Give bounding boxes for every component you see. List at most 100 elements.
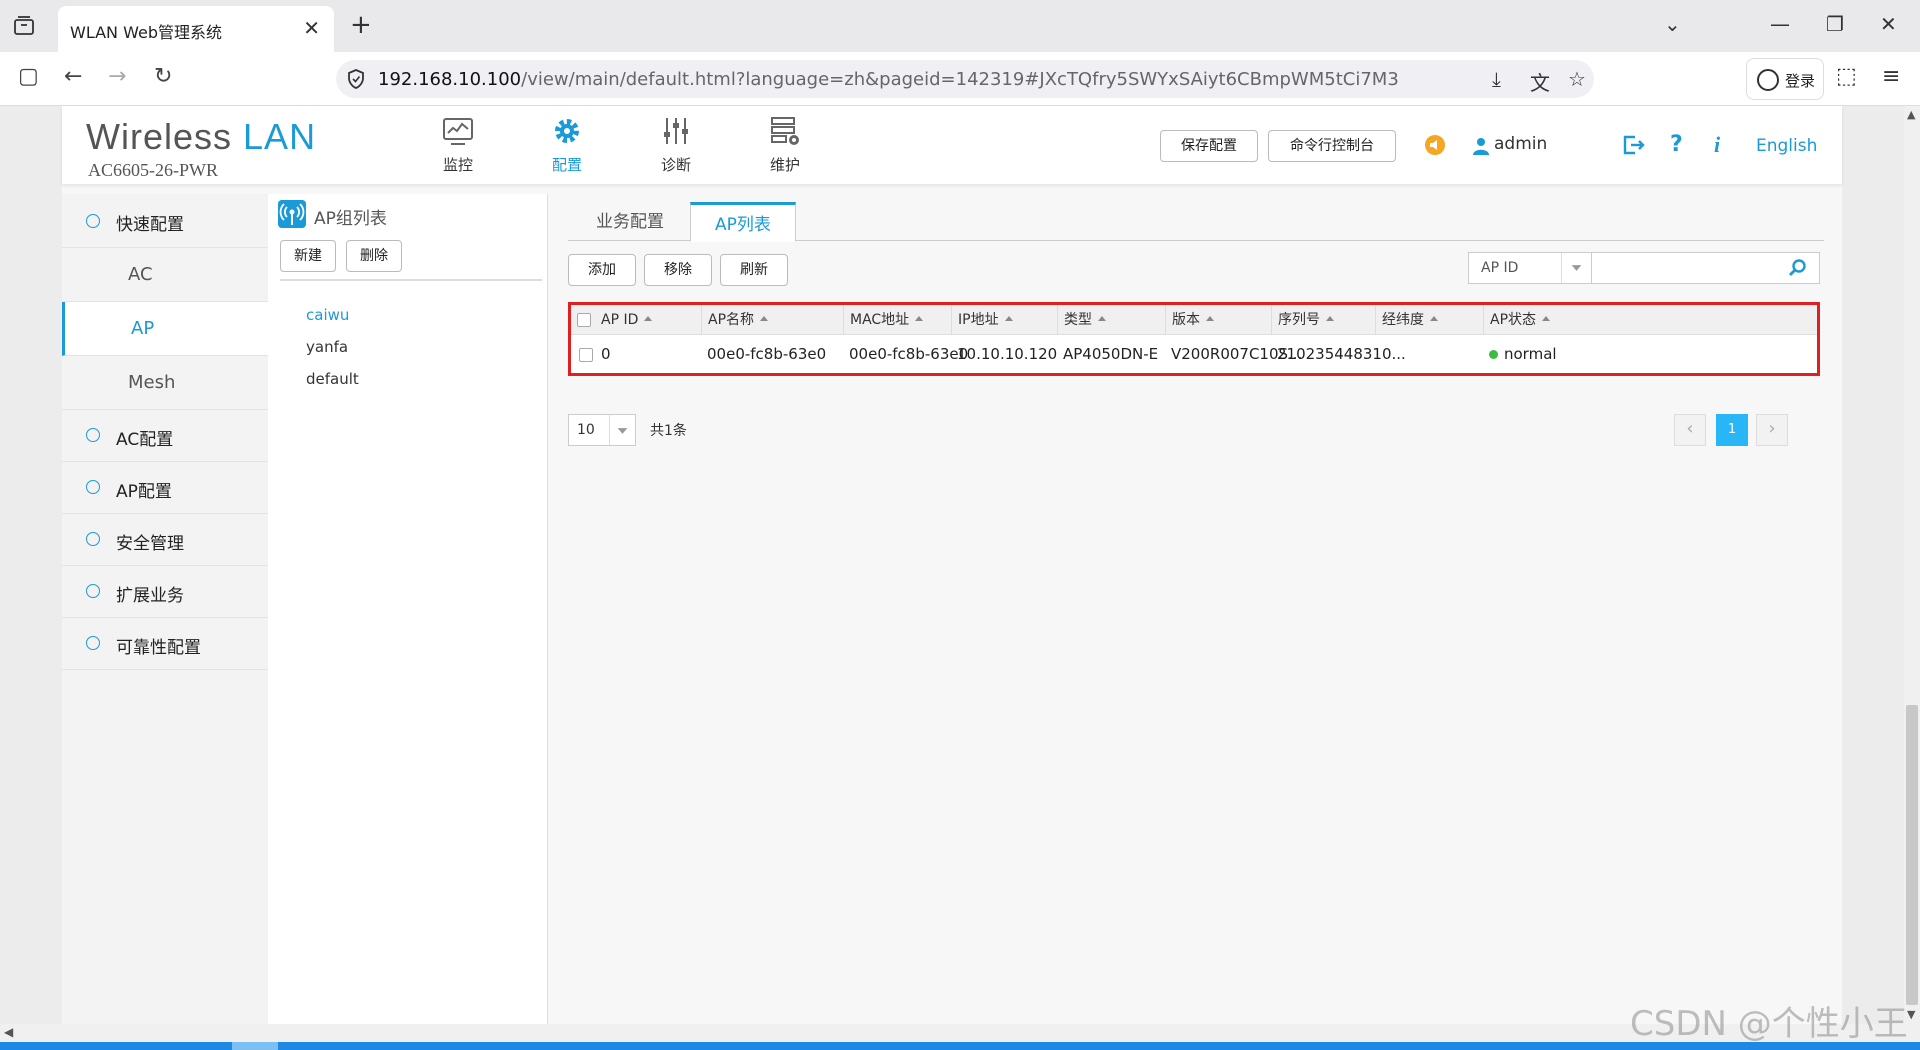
minimize-icon[interactable]: — — [1770, 12, 1790, 36]
column-type[interactable]: 类型 — [1057, 305, 1165, 335]
add-button[interactable]: 添加 — [568, 254, 636, 286]
sidebar-item-label: AP配置 — [116, 482, 172, 502]
sidebar-item-label: AC配置 — [116, 430, 174, 450]
back-icon[interactable]: ← — [64, 64, 82, 89]
nav-maintain-label: 维护 — [769, 156, 800, 174]
sort-asc-icon — [1098, 315, 1106, 321]
sidebar-item-extended-services[interactable]: 扩展业务 — [62, 566, 268, 618]
url-text[interactable]: 192.168.10.100/view/main/default.html?la… — [378, 69, 1399, 90]
page-number-button[interactable]: 1 — [1716, 414, 1748, 446]
cell-type: AP4050DN-E — [1063, 345, 1159, 363]
collapse-circle-icon — [86, 636, 100, 650]
menu-icon[interactable]: ≡ — [1882, 64, 1900, 89]
delete-group-button[interactable]: 删除 — [346, 240, 402, 272]
address-bar[interactable]: 192.168.10.100/view/main/default.html?la… — [336, 60, 1594, 98]
nav-diagnose[interactable]: 诊断 — [641, 114, 711, 175]
language-switch-link[interactable]: English — [1756, 136, 1817, 156]
column-label: 版本 — [1172, 312, 1200, 328]
sort-asc-icon — [1206, 315, 1214, 321]
refresh-button[interactable]: 刷新 — [720, 254, 788, 286]
nav-maintain[interactable]: 维护 — [750, 114, 820, 175]
column-geo[interactable]: 经纬度 — [1375, 305, 1483, 335]
reload-icon[interactable]: ↻ — [154, 64, 172, 89]
sidebar-subitem-mesh[interactable]: Mesh — [62, 356, 268, 410]
prev-page-button[interactable]: ‹ — [1674, 414, 1706, 446]
next-page-button[interactable]: › — [1756, 414, 1788, 446]
extensions-icon[interactable]: ⬚ — [1836, 64, 1857, 89]
divider — [280, 279, 542, 281]
search-icon[interactable] — [1788, 258, 1808, 278]
scroll-left-icon[interactable]: ◀ — [4, 1025, 13, 1039]
nav-config[interactable]: 配置 — [532, 114, 602, 175]
sidebar-subitem-label: AC — [128, 264, 153, 285]
sidebar-subitem-ac[interactable]: AC — [62, 248, 268, 302]
scroll-up-icon[interactable]: ▲ — [1907, 108, 1915, 121]
install-app-icon[interactable]: ⤓ — [1492, 67, 1501, 91]
sidebar-toggle-icon[interactable]: ▢ — [18, 64, 39, 89]
page-size-select[interactable]: 10 — [568, 414, 636, 446]
help-icon[interactable]: ? — [1670, 132, 1683, 157]
forward-icon[interactable]: → — [108, 64, 126, 89]
left-sidebar: 快速配置 AC AP Mesh AC配置 AP配置 安全管理 扩展业务 可靠性配… — [62, 194, 268, 1024]
sidebar-item-label: 安全管理 — [116, 534, 184, 554]
column-status[interactable]: AP状态 — [1483, 305, 1817, 335]
chevron-down-icon — [1561, 253, 1582, 283]
column-ip[interactable]: IP地址 — [951, 305, 1057, 335]
browser-tab-bar: WLAN Web管理系统 ✕ + ⌄ — ❐ ✕ — [0, 0, 1920, 52]
select-all-checkbox[interactable] — [577, 313, 591, 327]
window-close-icon[interactable]: ✕ — [1880, 12, 1897, 36]
vertical-scroll-thumb[interactable] — [1906, 705, 1918, 1005]
collapse-circle-icon — [86, 532, 100, 546]
tab-dropdown-icon[interactable]: ⌄ — [1664, 12, 1681, 36]
tab-service-config[interactable]: 业务配置 — [570, 202, 690, 242]
tab-ap-list[interactable]: AP列表 — [690, 202, 796, 242]
sidebar-item-ap-config[interactable]: AP配置 — [62, 462, 268, 514]
column-serial[interactable]: 序列号 — [1271, 305, 1375, 335]
column-ap-name[interactable]: AP名称 — [701, 305, 843, 335]
site-security-icon[interactable] — [346, 68, 366, 90]
bookmark-star-icon[interactable]: ☆ — [1568, 67, 1586, 91]
search-input[interactable] — [1592, 252, 1820, 284]
search-field-select[interactable]: AP ID — [1468, 252, 1592, 284]
sidebar-item-reliability[interactable]: 可靠性配置 — [62, 618, 268, 670]
user-icon — [1473, 138, 1489, 155]
tab-list-icon[interactable] — [12, 14, 36, 38]
column-mac[interactable]: MAC地址 — [843, 305, 951, 335]
column-version[interactable]: 版本 — [1165, 305, 1271, 335]
cli-console-button[interactable]: 命令行控制台 — [1268, 130, 1396, 162]
save-config-button[interactable]: 保存配置 — [1160, 130, 1258, 162]
group-item-yanfa[interactable]: yanfa — [306, 338, 348, 356]
group-item-default[interactable]: default — [306, 370, 359, 388]
sidebar-subitem-ap[interactable]: AP — [62, 302, 268, 356]
login-button[interactable]: 登录 — [1746, 58, 1824, 100]
group-item-caiwu[interactable]: caiwu — [306, 306, 349, 324]
sidebar-item-quick-config[interactable]: 快速配置 — [62, 194, 268, 248]
new-tab-button[interactable]: + — [350, 10, 372, 40]
column-label: 类型 — [1064, 312, 1092, 328]
remove-button[interactable]: 移除 — [644, 254, 712, 286]
sidebar-item-ac-config[interactable]: AC配置 — [62, 410, 268, 462]
new-group-button[interactable]: 新建 — [280, 240, 336, 272]
profile-avatar-icon — [1757, 69, 1779, 91]
alarm-icon[interactable] — [1424, 134, 1446, 156]
sidebar-item-label: 快速配置 — [116, 215, 184, 235]
logout-icon[interactable] — [1622, 134, 1646, 156]
gear-icon — [555, 119, 579, 143]
browser-toolbar: ▢ ← → ↻ 192.168.10.100/view/main/default… — [0, 52, 1920, 106]
column-ap-id[interactable]: AP ID — [595, 305, 701, 335]
sidebar-subitem-label: AP — [131, 318, 155, 339]
browser-tab[interactable]: WLAN Web管理系统 ✕ — [58, 6, 334, 52]
page-size-value: 10 — [577, 422, 595, 438]
info-icon[interactable]: i — [1714, 132, 1720, 158]
row-checkbox[interactable] — [579, 348, 593, 362]
sort-asc-icon — [1326, 315, 1334, 321]
scroll-down-icon[interactable]: ▼ — [1907, 1008, 1915, 1021]
sidebar-item-security[interactable]: 安全管理 — [62, 514, 268, 566]
nav-monitor[interactable]: 监控 — [423, 114, 493, 175]
monitor-icon — [443, 118, 473, 145]
restore-icon[interactable]: ❐ — [1826, 12, 1844, 36]
collapse-circle-icon — [86, 584, 100, 598]
translate-icon[interactable]: 文 — [1530, 67, 1550, 96]
tab-close-icon[interactable]: ✕ — [303, 16, 320, 40]
username[interactable]: admin — [1494, 134, 1547, 154]
